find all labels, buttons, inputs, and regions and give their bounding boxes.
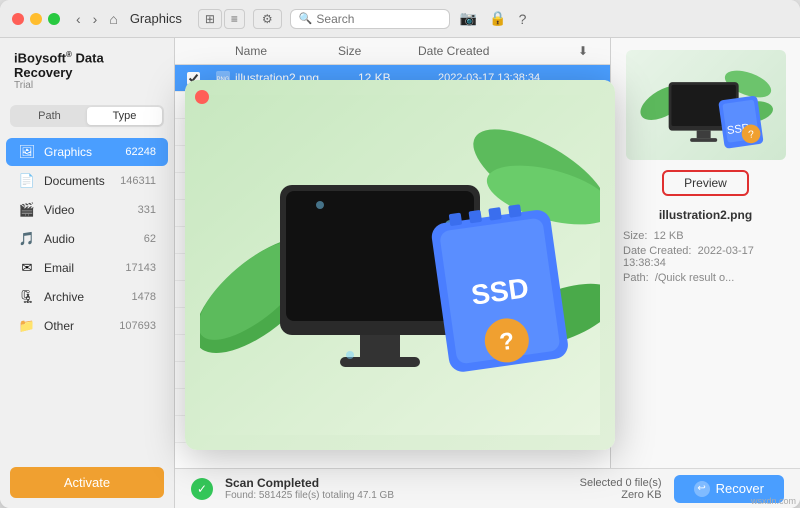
video-icon: 🎬 <box>18 201 36 219</box>
selected-info: Selected 0 file(s) Zero KB <box>580 477 662 501</box>
size-value: 12 KB <box>654 230 684 242</box>
right-panel: SSD ? Preview illustration2.png Size: 12… <box>610 38 800 468</box>
sidebar-items: 🖼 Graphics 62248 📄 Documents 146311 🎬 Vi… <box>0 133 174 457</box>
sidebar-item-graphics[interactable]: 🖼 Graphics 62248 <box>6 138 168 166</box>
email-icon: ✉ <box>18 259 36 277</box>
activate-button[interactable]: Activate <box>10 467 164 498</box>
selected-count: Selected 0 file(s) <box>580 477 662 489</box>
maximize-button[interactable] <box>48 13 60 25</box>
file-info-size: Size: 12 KB <box>623 230 788 242</box>
sidebar-header: iBoysoft® Data Recovery Trial <box>0 38 174 99</box>
lock-icon[interactable]: 🔒 <box>487 8 508 29</box>
sidebar-item-other[interactable]: 📁 Other 107693 <box>6 312 168 340</box>
file-info-path: Path: /Quick result o... <box>623 272 788 284</box>
file-list-header: Name Size Date Created ⬇ <box>175 38 610 65</box>
traffic-lights <box>12 13 60 25</box>
nav-buttons: ‹ › ⌂ <box>72 9 122 29</box>
preview-popup: SSD ? <box>185 80 615 450</box>
sidebar-item-count: 331 <box>138 204 156 216</box>
popup-image: SSD ? <box>185 80 615 450</box>
home-button[interactable]: ⌂ <box>105 9 121 29</box>
sidebar-item-email[interactable]: ✉ Email 17143 <box>6 254 168 282</box>
sidebar-item-label: Video <box>44 203 138 217</box>
close-button[interactable] <box>12 13 24 25</box>
header-date: Date Created <box>418 44 578 58</box>
search-input[interactable] <box>316 12 440 26</box>
sidebar-item-audio[interactable]: 🎵 Audio 62 <box>6 225 168 253</box>
sidebar-item-count: 1478 <box>132 291 156 303</box>
titlebar-section: Graphics <box>130 11 182 26</box>
header-name: Name <box>235 44 338 58</box>
header-extra: ⬇ <box>578 44 598 58</box>
sidebar-item-documents[interactable]: 📄 Documents 146311 <box>6 167 168 195</box>
view-buttons: ⊞ ≡ <box>198 9 245 29</box>
app-title: iBoysoft® Data Recovery <box>14 50 160 80</box>
preview-button[interactable]: Preview <box>662 170 749 196</box>
path-value: /Quick result o... <box>655 272 734 284</box>
sidebar-item-count: 107693 <box>119 320 156 332</box>
preview-thumbnail: SSD ? <box>626 50 786 160</box>
sidebar-item-video[interactable]: 🎬 Video 331 <box>6 196 168 224</box>
tab-type[interactable]: Type <box>87 107 162 125</box>
app-window: ‹ › ⌂ Graphics ⊞ ≡ ⚙ 🔍 📷 🔒 ? iBoysoft® D… <box>0 0 800 508</box>
scan-title: Scan Completed <box>225 476 394 490</box>
sidebar-item-count: 146311 <box>120 175 156 187</box>
graphics-icon: 🖼 <box>18 143 36 161</box>
sidebar-item-count: 17143 <box>125 262 156 274</box>
help-icon[interactable]: ? <box>517 8 529 29</box>
popup-close-button[interactable] <box>195 90 209 104</box>
scan-complete-icon: ✓ <box>191 478 213 500</box>
header-size: Size <box>338 44 418 58</box>
filter-button[interactable]: ⚙ <box>253 9 282 29</box>
app-trial-label: Trial <box>14 80 160 91</box>
sidebar-item-label: Email <box>44 261 125 275</box>
documents-icon: 📄 <box>18 172 36 190</box>
search-icon: 🔍 <box>299 12 313 25</box>
audio-icon: 🎵 <box>18 230 36 248</box>
titlebar-right-icons: 📷 🔒 ? <box>458 8 529 29</box>
status-bar: ✓ Scan Completed Found: 581425 file(s) t… <box>175 468 800 508</box>
sidebar-item-label: Audio <box>44 232 144 246</box>
sidebar-item-count: 62248 <box>125 146 156 158</box>
scan-subtitle: Found: 581425 file(s) totaling 47.1 GB <box>225 490 394 501</box>
tab-path[interactable]: Path <box>12 107 87 125</box>
titlebar: ‹ › ⌂ Graphics ⊞ ≡ ⚙ 🔍 📷 🔒 ? <box>0 0 800 38</box>
minimize-button[interactable] <box>30 13 42 25</box>
sidebar-tabs: Path Type <box>10 105 164 127</box>
file-info-name: illustration2.png <box>659 208 752 222</box>
path-label: Path: <box>623 272 649 284</box>
sidebar: iBoysoft® Data Recovery Trial Path Type … <box>0 38 175 508</box>
file-info-date: Date Created: 2022-03-17 13:38:34 <box>623 245 788 269</box>
date-label: Date Created: <box>623 245 691 257</box>
sidebar-item-label: Graphics <box>44 145 125 159</box>
sidebar-item-label: Other <box>44 319 119 333</box>
size-label: Size: <box>623 230 647 242</box>
sidebar-item-count: 62 <box>144 233 156 245</box>
list-view-button[interactable]: ≡ <box>224 9 245 29</box>
selected-size: Zero KB <box>580 489 662 501</box>
forward-button[interactable]: › <box>89 9 102 29</box>
recover-icon: ↩ <box>694 481 710 497</box>
camera-icon[interactable]: 📷 <box>458 8 479 29</box>
archive-icon: 🗜 <box>18 288 36 306</box>
sidebar-item-label: Archive <box>44 290 132 304</box>
other-icon: 📁 <box>18 317 36 335</box>
sidebar-item-label: Documents <box>44 174 120 188</box>
back-button[interactable]: ‹ <box>72 9 85 29</box>
scan-text: Scan Completed Found: 581425 file(s) tot… <box>225 476 394 501</box>
recover-label: Recover <box>716 481 764 496</box>
watermark: wsxdn.com <box>751 496 796 506</box>
grid-view-button[interactable]: ⊞ <box>198 9 222 29</box>
sidebar-item-archive[interactable]: 🗜 Archive 1478 <box>6 283 168 311</box>
search-box: 🔍 <box>290 9 450 29</box>
